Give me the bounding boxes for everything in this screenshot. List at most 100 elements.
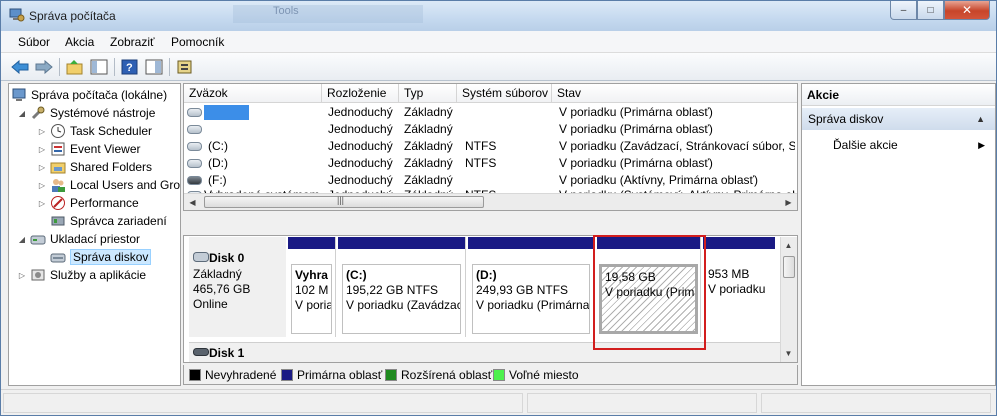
menu-view[interactable]: Zobraziť xyxy=(110,35,155,49)
horizontal-scrollbar[interactable]: ◀ ||| ▶ xyxy=(184,193,797,210)
disk-0-type: Základný xyxy=(193,267,242,281)
column-type[interactable]: Typ xyxy=(399,84,457,103)
expand-arrow-icon[interactable]: ▷ xyxy=(37,181,47,190)
tree-item-services[interactable]: ▷ Služby a aplikácie xyxy=(17,266,146,284)
expand-arrow-icon[interactable]: ▷ xyxy=(37,127,47,136)
volume-list: Zväzok Rozloženie Typ Systém súborov Sta… xyxy=(183,83,798,211)
tree-item-storage[interactable]: ◢ Ukladací priestor xyxy=(17,230,140,248)
tree-item-root[interactable]: Správa počítača (lokálne) xyxy=(11,86,167,104)
show-hide-tree-icon[interactable] xyxy=(89,57,109,77)
collapse-arrow-icon[interactable]: ◢ xyxy=(17,109,27,118)
legend-swatch-unallocated xyxy=(189,369,201,381)
table-row[interactable]: Jednoduchý Základný V poriadku (Primárna… xyxy=(184,104,797,121)
actions-pane: Akcie Správa diskov ▲ Ďalšie akcie ▶ xyxy=(801,83,996,386)
vertical-scrollbar[interactable]: ▲ ▼ xyxy=(780,237,797,362)
partition-c[interactable]: (C:) 195,22 GB NTFS V poriadku (Zavádzac xyxy=(338,237,466,337)
partition-953mb[interactable]: 953 MB V poriadku xyxy=(703,237,775,337)
collapse-up-icon[interactable]: ▲ xyxy=(976,108,985,130)
users-icon xyxy=(52,179,65,192)
scroll-up-icon[interactable]: ▲ xyxy=(781,237,796,254)
partition-d[interactable]: (D:) 249,93 GB NTFS V poriadku (Primárna xyxy=(468,237,595,337)
menu-action[interactable]: Akcia xyxy=(65,35,94,49)
disk-icon xyxy=(193,348,209,356)
tree-item-performance[interactable]: ▷ Performance xyxy=(37,194,139,212)
minimize-button[interactable]: – xyxy=(890,1,917,20)
legend-swatch-free xyxy=(493,369,505,381)
legend: Nevyhradené Primárna oblasť Rozšírená ob… xyxy=(183,365,798,385)
toolbar: ? xyxy=(1,53,996,81)
tree-item-local-users[interactable]: ▷ Local Users and Gro xyxy=(37,176,180,194)
table-row[interactable]: Jednoduchý Základný V poriadku (Primárna… xyxy=(184,121,797,138)
tree-item-disk-management[interactable]: ▷ Správa diskov xyxy=(37,248,152,266)
column-layout[interactable]: Rozloženie xyxy=(322,84,399,103)
column-volume[interactable]: Zväzok xyxy=(184,84,322,103)
forward-arrow-icon[interactable] xyxy=(34,57,54,77)
volume-list-header: Zväzok Rozloženie Typ Systém súborov Sta… xyxy=(184,84,797,103)
table-row[interactable]: (F:) Jednoduchý Základný V poriadku (Akt… xyxy=(184,172,797,189)
scroll-left-icon[interactable]: ◀ xyxy=(184,194,201,210)
expand-arrow-icon[interactable]: ▷ xyxy=(17,271,27,280)
maximize-button[interactable]: □ xyxy=(917,1,944,20)
removable-drive-icon xyxy=(187,176,202,185)
help-icon[interactable]: ? xyxy=(120,57,140,77)
navigation-tree: Správa počítača (lokálne) ◢ Systémové ná… xyxy=(8,83,181,386)
tree-item-shared-folders[interactable]: ▷ Shared Folders xyxy=(37,158,152,176)
back-arrow-icon[interactable] xyxy=(10,57,30,77)
volume-name-redacted xyxy=(204,105,249,120)
column-status[interactable]: Stav xyxy=(552,84,797,103)
legend-extended: Rozšírená oblasť xyxy=(385,368,492,382)
window-title: Správa počítača xyxy=(29,9,116,23)
scroll-down-icon[interactable]: ▼ xyxy=(781,345,796,362)
menu-help[interactable]: Pomocník xyxy=(171,35,224,49)
disk-0-info[interactable]: Disk 0 Základný 465,76 GB Online xyxy=(189,237,286,337)
tree-item-event-viewer[interactable]: ▷ Event Viewer xyxy=(37,140,141,158)
tree-item-task-scheduler[interactable]: ▷ Task Scheduler xyxy=(37,122,152,140)
scroll-right-icon[interactable]: ▶ xyxy=(780,194,797,210)
column-filesystem[interactable]: Systém súborov xyxy=(457,84,552,103)
legend-free: Voľné miesto xyxy=(493,368,579,382)
legend-swatch-extended xyxy=(385,369,397,381)
status-cell xyxy=(527,393,757,413)
menu-file[interactable]: Súbor xyxy=(18,35,50,49)
storage-icon xyxy=(30,235,46,245)
actions-section-disk-management[interactable]: Správa diskov ▲ xyxy=(802,108,995,130)
shared-folder-icon xyxy=(50,162,66,174)
submenu-arrow-icon: ▶ xyxy=(978,140,985,150)
disk-0-status: Online xyxy=(193,297,228,311)
drive-icon xyxy=(187,125,202,134)
scroll-thumb[interactable] xyxy=(783,256,795,278)
computer-icon xyxy=(12,88,26,101)
expand-arrow-icon[interactable]: ▷ xyxy=(37,145,47,154)
disk-1-name: Disk 1 xyxy=(209,346,245,360)
tree-item-device-manager[interactable]: ▷ Správca zariadení xyxy=(37,212,167,230)
close-button[interactable]: ✕ xyxy=(944,1,990,20)
tools-icon xyxy=(31,106,45,120)
title-bar[interactable]: Správa počítača Tools – □ ✕ xyxy=(1,1,996,31)
properties-icon[interactable] xyxy=(144,57,164,77)
legend-primary: Primárna oblasť xyxy=(281,368,382,382)
drive-icon xyxy=(187,108,202,117)
partition-reserved[interactable]: Vyhra 102 M V poria xyxy=(288,237,336,337)
collapse-arrow-icon[interactable]: ◢ xyxy=(17,235,27,244)
more-actions-item[interactable]: Ďalšie akcie ▶ xyxy=(833,136,993,154)
performance-icon xyxy=(51,196,65,210)
expand-arrow-icon[interactable]: ▷ xyxy=(37,163,47,172)
disk-0-size: 465,76 GB xyxy=(193,282,251,296)
status-cell xyxy=(3,393,523,413)
table-row[interactable]: (C:) Jednoduchý Základný NTFS V poriadku… xyxy=(184,138,797,155)
up-folder-icon[interactable] xyxy=(65,57,85,77)
status-bar xyxy=(1,389,996,415)
svg-text:?: ? xyxy=(126,62,133,74)
status-cell xyxy=(761,393,991,413)
legend-swatch-primary xyxy=(281,369,293,381)
pane-splitter[interactable] xyxy=(183,213,798,233)
scroll-thumb[interactable]: ||| xyxy=(204,195,484,208)
settings-icon[interactable] xyxy=(175,57,195,77)
table-row[interactable]: (D:) Jednoduchý Základný NTFS V poriadku… xyxy=(184,155,797,172)
event-log-icon xyxy=(51,142,65,156)
expand-arrow-icon[interactable]: ▷ xyxy=(37,199,47,208)
clock-icon xyxy=(51,124,65,138)
tree-item-system-tools[interactable]: ◢ Systémové nástroje xyxy=(17,104,155,122)
computer-management-window: Správa počítača Tools – □ ✕ Súbor Akcia … xyxy=(0,0,997,416)
disk-0-name: Disk 0 xyxy=(209,251,245,265)
